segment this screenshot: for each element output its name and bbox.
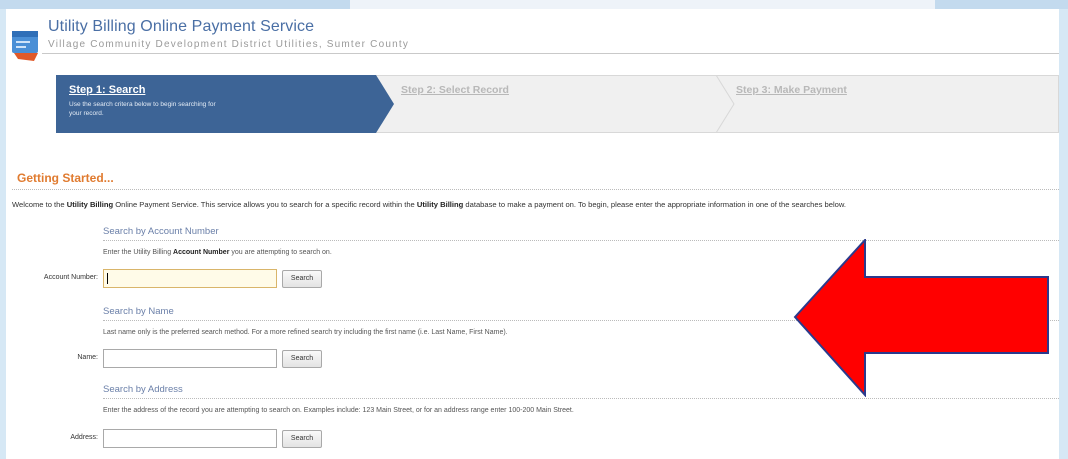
address-input[interactable] bbox=[103, 429, 277, 448]
divider bbox=[103, 398, 1059, 399]
billing-logo-icon bbox=[12, 31, 38, 61]
divider bbox=[12, 189, 1059, 190]
account-search-title: Search by Account Number bbox=[103, 226, 219, 237]
app-title: Utility Billing Online Payment Service bbox=[48, 18, 315, 35]
address-label: Address: bbox=[70, 434, 98, 441]
arrow-left-icon bbox=[793, 239, 1049, 397]
header: Utility Billing Online Payment Service V… bbox=[6, 9, 1059, 64]
account-search-button[interactable]: Search bbox=[282, 270, 322, 288]
divider bbox=[42, 53, 1059, 54]
step-2-title: Step 2: Select Record bbox=[401, 84, 509, 96]
getting-started-heading: Getting Started... bbox=[17, 171, 114, 185]
address-search-title: Search by Address bbox=[103, 384, 183, 395]
address-search-description: Enter the address of the record you are … bbox=[103, 407, 574, 414]
top-strip-tab bbox=[350, 0, 935, 9]
name-search-description: Last name only is the preferred search m… bbox=[103, 329, 508, 336]
step-1-title[interactable]: Step 1: Search bbox=[69, 84, 145, 96]
address-search-button[interactable]: Search bbox=[282, 430, 322, 448]
top-strip-left bbox=[0, 0, 350, 9]
account-number-input[interactable] bbox=[103, 269, 277, 288]
app-subtitle: Village Community Development District U… bbox=[48, 39, 410, 50]
name-search-title: Search by Name bbox=[103, 306, 174, 317]
name-label: Name: bbox=[77, 354, 98, 361]
step-indicator: Step 1: Search Use the search critera be… bbox=[56, 75, 1059, 133]
name-search-button[interactable]: Search bbox=[282, 350, 322, 368]
name-input[interactable] bbox=[103, 349, 277, 368]
account-number-label: Account Number: bbox=[43, 274, 98, 281]
top-strip-right bbox=[935, 0, 1068, 9]
step-3-title: Step 3: Make Payment bbox=[736, 84, 847, 96]
text-caret bbox=[107, 273, 108, 284]
page: Utility Billing Online Payment Service V… bbox=[6, 9, 1059, 459]
step-1-description: Use the search critera below to begin se… bbox=[69, 101, 216, 117]
welcome-text: Welcome to the Utility Billing Online Pa… bbox=[12, 200, 847, 209]
account-search-description: Enter the Utility Billing Account Number… bbox=[103, 249, 332, 256]
